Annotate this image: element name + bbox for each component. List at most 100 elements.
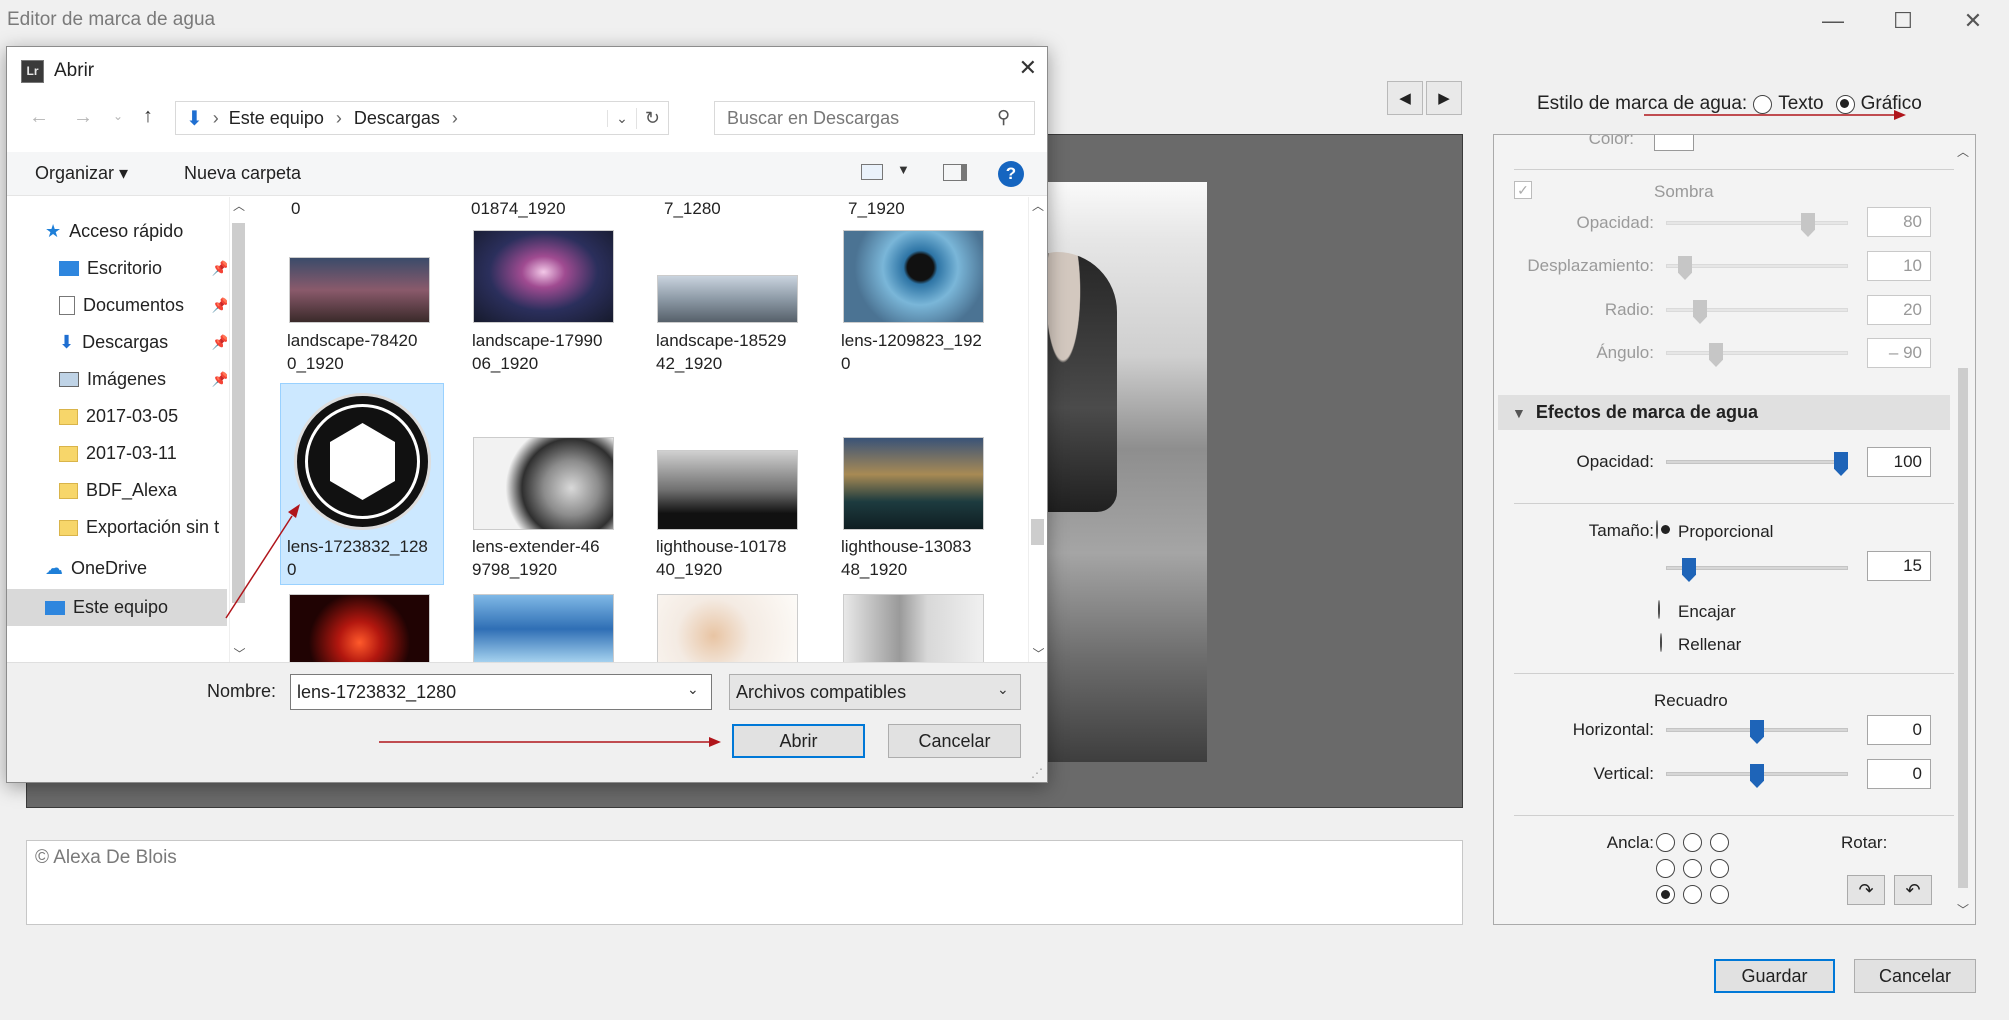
cancel-button[interactable]: Cancelar [1854,959,1976,993]
search-input[interactable]: Buscar en Descargas [714,101,1035,135]
file-name[interactable]: lens-extender-46 9798_1920 [472,535,600,581]
size-field[interactable]: 15 [1867,551,1931,581]
shadow-angle-slider[interactable] [1666,351,1848,355]
shadow-checkbox[interactable]: ✓ [1514,181,1532,199]
nav-item-documents[interactable]: Documentos 📌 [59,287,227,324]
shadow-opacity-field[interactable]: 80 [1867,207,1931,237]
file-name[interactable]: landscape-18529 42_1920 [656,329,786,375]
maximize-button[interactable]: ☐ [1868,0,1938,42]
anchor-bottom-right-radio[interactable] [1710,885,1729,904]
file-thumbnail[interactable] [843,230,984,323]
vertical-field[interactable]: 0 [1867,759,1931,789]
shadow-angle-field[interactable]: – 90 [1867,338,1931,368]
size-fill-label[interactable]: Rellenar [1678,635,1741,655]
anchor-top-right-radio[interactable] [1710,833,1729,852]
filetype-dropdown-icon[interactable]: ⌄ [997,681,1009,698]
view-options-icon[interactable] [861,164,883,180]
file-thumbnail[interactable] [657,594,798,662]
dialog-close-button[interactable]: ✕ [1019,55,1037,81]
scroll-down-icon[interactable]: ﹀ [1029,645,1048,662]
file-thumbnail[interactable] [473,437,614,530]
recent-dropdown-icon[interactable]: ⌄ [113,109,123,123]
close-button[interactable]: ✕ [1938,0,2008,42]
file-thumbnail-aperture[interactable] [294,393,431,530]
scroll-up-icon[interactable]: ︿ [230,197,248,214]
file-thumbnail[interactable] [843,437,984,530]
nav-item-folder-4[interactable]: Exportación sin t [59,509,219,546]
horizontal-thumb[interactable] [1750,720,1764,744]
file-thumbnail[interactable] [843,594,984,662]
file-thumbnail[interactable] [473,594,614,662]
nav-this-pc[interactable]: Este equipo [7,589,227,626]
panel-scrollbar[interactable]: ︿ ﹀ [1953,143,1973,918]
shadow-angle-thumb[interactable] [1709,343,1723,367]
new-folder-button[interactable]: Nueva carpeta [184,163,301,184]
color-swatch[interactable] [1654,135,1694,151]
effects-opacity-slider[interactable] [1666,460,1848,464]
anchor-bottom-left-radio[interactable] [1656,885,1675,904]
file-caption-partial[interactable]: 7_1920 [848,197,905,220]
save-button[interactable]: Guardar [1714,959,1835,993]
effects-opacity-thumb[interactable] [1834,452,1848,476]
file-name[interactable]: lens-1209823_192 0 [841,329,982,375]
open-button[interactable]: Abrir [732,724,865,758]
file-name[interactable]: landscape-17990 06_1920 [472,329,602,375]
dialog-cancel-button[interactable]: Cancelar [888,724,1021,758]
file-thumbnail[interactable] [657,275,798,323]
shadow-radius-thumb[interactable] [1693,300,1707,324]
breadcrumb-downloads[interactable]: Descargas [354,108,440,129]
shadow-offset-thumb[interactable] [1678,256,1692,280]
anchor-top-center-radio[interactable] [1683,833,1702,852]
anchor-center-radio[interactable] [1683,859,1702,878]
nav-quick-access[interactable]: ★ Acceso rápido [45,213,183,250]
vertical-thumb[interactable] [1750,764,1764,788]
size-thumb[interactable] [1682,558,1696,582]
organize-button[interactable]: Organizar ▾ [35,163,128,184]
shadow-radius-field[interactable]: 20 [1867,295,1931,325]
preview-pane-icon[interactable] [943,164,967,181]
minimize-button[interactable]: — [1798,0,1868,42]
scroll-down-icon[interactable]: ﹀ [230,645,249,662]
scroll-up-icon[interactable]: ︿ [1029,197,1047,214]
nav-item-folder-1[interactable]: 2017-03-05 [59,398,178,435]
size-proportional-radio[interactable] [1656,520,1658,539]
file-thumbnail[interactable] [473,230,614,323]
size-fill-radio[interactable] [1660,633,1662,652]
horizontal-field[interactable]: 0 [1867,715,1931,745]
anchor-bottom-center-radio[interactable] [1683,885,1702,904]
nav-item-desktop[interactable]: Escritorio 📌 [59,250,227,287]
shadow-opacity-thumb[interactable] [1801,213,1815,237]
rotate-right-icon[interactable]: ↷ [1847,875,1885,905]
next-image-button[interactable]: ▶ [1426,81,1462,115]
view-dropdown-icon[interactable]: ▼ [897,162,910,177]
resize-grip-icon[interactable]: ⋰ [1031,766,1043,780]
file-thumbnail[interactable] [657,450,798,530]
size-fit-label[interactable]: Encajar [1678,602,1736,622]
nav-item-folder-2[interactable]: 2017-03-11 [59,435,177,472]
filetype-select[interactable]: Archivos compatibles [729,674,1021,710]
refresh-icon[interactable]: ↻ [635,107,668,129]
scroll-down-icon[interactable]: ﹀ [1953,901,1973,918]
breadcrumb-this-pc[interactable]: Este equipo [229,108,324,129]
file-caption-partial[interactable]: 7_1280 [664,197,721,220]
file-grid-scrollbar[interactable]: ︿ ﹀ [1028,197,1047,662]
filename-input[interactable]: lens-1723832_1280 [290,674,712,710]
file-grid-scroll-thumb[interactable] [1031,519,1044,545]
shadow-offset-slider[interactable] [1666,264,1848,268]
address-dropdown-icon[interactable]: ⌄ [607,109,636,127]
anchor-middle-right-radio[interactable] [1710,859,1729,878]
shadow-offset-field[interactable]: 10 [1867,251,1931,281]
up-arrow-icon[interactable]: ↑ [143,105,153,128]
address-bar[interactable]: ⬇ › Este equipo › Descargas › ⌄ ↻ [175,101,669,135]
panel-scroll-thumb[interactable] [1958,368,1968,888]
scroll-up-icon[interactable]: ︿ [1953,143,1973,160]
file-name[interactable]: lighthouse-10178 40_1920 [656,535,786,581]
file-name[interactable]: lighthouse-13083 48_1920 [841,535,971,581]
shadow-opacity-slider[interactable] [1666,221,1848,225]
file-thumbnail[interactable] [289,257,430,323]
anchor-middle-left-radio[interactable] [1656,859,1675,878]
watermark-text-field[interactable]: © Alexa De Blois [26,840,1463,925]
help-icon[interactable]: ? [998,161,1024,187]
filename-dropdown-icon[interactable]: ⌄ [687,681,699,698]
file-name[interactable]: landscape-78420 0_1920 [287,329,417,375]
